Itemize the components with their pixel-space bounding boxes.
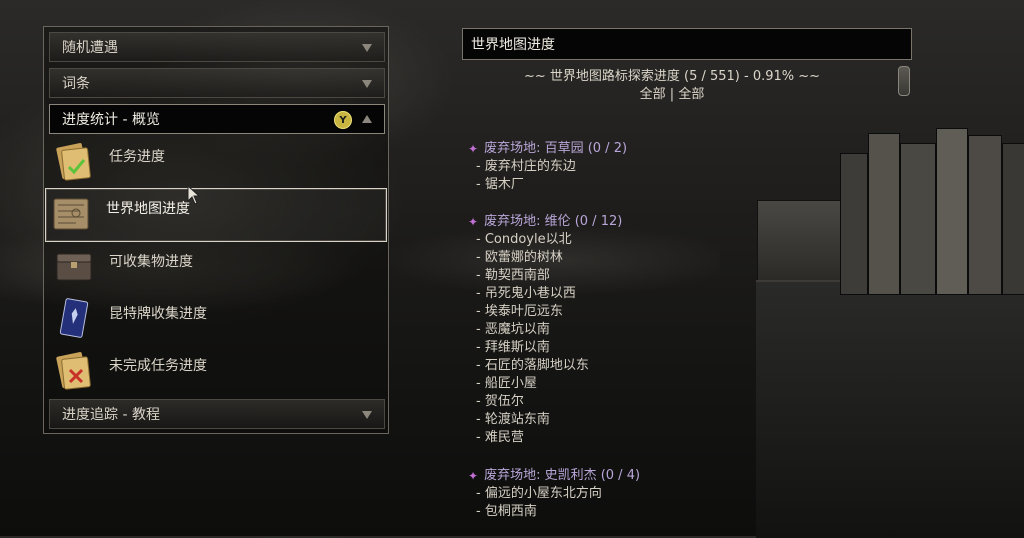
detail-title: 世界地图进度 bbox=[462, 28, 912, 60]
y-button-icon: Y bbox=[334, 111, 352, 129]
region-marker-icon: ✦ bbox=[468, 215, 479, 229]
submenu-label: 昆特牌收集进度 bbox=[109, 306, 207, 322]
chevron-down-icon bbox=[362, 44, 372, 52]
accordion-progress-tracking[interactable]: 进度追踪 - 教程 bbox=[49, 399, 385, 429]
region-marker-icon: ✦ bbox=[468, 142, 479, 156]
region-block: ✦ 废弃场地: 维伦 (0 / 12) - Condoyle以北 - 欧蕾娜的树… bbox=[468, 213, 622, 447]
submenu-world-map-progress[interactable]: 世界地图进度 bbox=[45, 188, 387, 242]
location-item: - 船匠小屋 bbox=[476, 376, 537, 391]
summary-line: ~~ 世界地图路标探索进度 (5 / 551) - 0.91% ~~ bbox=[523, 69, 821, 84]
chest-icon bbox=[53, 246, 95, 288]
location-item: - Condoyle以北 bbox=[476, 232, 572, 247]
quest-scroll-x-icon bbox=[53, 350, 95, 392]
location-item: - 锯木厂 bbox=[476, 177, 524, 192]
accordion-glossary[interactable]: 词条 bbox=[49, 68, 385, 98]
location-item: - 吊死鬼小巷以西 bbox=[476, 286, 576, 301]
location-item: - 偏远的小屋东北方向 bbox=[476, 486, 602, 501]
submenu-collectibles-progress[interactable]: 可收集物进度 bbox=[49, 242, 385, 294]
location-item: - 废弃村庄的东边 bbox=[476, 159, 576, 174]
location-item: - 拜维斯以南 bbox=[476, 340, 550, 355]
location-item: - 石匠的落脚地以东 bbox=[476, 358, 589, 373]
filter-line[interactable]: 全部 | 全部 bbox=[462, 86, 882, 104]
region-marker-icon: ✦ bbox=[468, 469, 479, 483]
region-name: 废弃场地: 史凯利杰 (0 / 4) bbox=[484, 468, 641, 483]
location-item: - 勒契西南部 bbox=[476, 268, 550, 283]
region-title: ✦ 废弃场地: 维伦 (0 / 12) bbox=[468, 213, 622, 231]
region-title: ✦ 废弃场地: 史凯利杰 (0 / 4) bbox=[468, 467, 640, 485]
region-block: ✦ 废弃场地: 百草园 (0 / 2) - 废弃村庄的东边 - 锯木厂 bbox=[468, 140, 627, 194]
mouse-cursor-icon bbox=[187, 185, 201, 205]
progress-menu-panel: 随机遭遇 词条 进度统计 - 概览 Y 任务进度 世界地图进度 可收集物进度 昆… bbox=[43, 26, 389, 434]
quest-scroll-check-icon bbox=[53, 141, 95, 183]
submenu-incomplete-quests-progress[interactable]: 未完成任务进度 bbox=[49, 346, 385, 398]
accordion-label: 进度追踪 - 教程 bbox=[62, 407, 160, 423]
location-item: - 包桐西南 bbox=[476, 504, 537, 519]
location-item: - 恶魔坑以南 bbox=[476, 322, 550, 337]
submenu-label: 任务进度 bbox=[109, 149, 165, 165]
location-item: - 欧蕾娜的树林 bbox=[476, 250, 563, 265]
map-scroll-icon bbox=[50, 193, 92, 235]
region-name: 废弃场地: 百草园 (0 / 2) bbox=[484, 141, 628, 156]
accordion-progress-stats[interactable]: 进度统计 - 概览 Y bbox=[49, 104, 385, 134]
submenu-label: 可收集物进度 bbox=[109, 254, 193, 270]
submenu-label: 世界地图进度 bbox=[106, 201, 190, 217]
submenu-gwent-progress[interactable]: 昆特牌收集进度 bbox=[49, 294, 385, 346]
accordion-label: 进度统计 - 概览 bbox=[62, 112, 160, 128]
chevron-up-icon bbox=[362, 115, 372, 123]
progress-summary: ~~ 世界地图路标探索进度 (5 / 551) - 0.91% ~~ 全部 | … bbox=[462, 68, 882, 104]
accordion-random-encounters[interactable]: 随机遭遇 bbox=[49, 32, 385, 62]
detail-title-text: 世界地图进度 bbox=[471, 37, 555, 53]
accordion-label: 随机遭遇 bbox=[62, 40, 118, 56]
background-books bbox=[840, 125, 1024, 295]
region-title: ✦ 废弃场地: 百草园 (0 / 2) bbox=[468, 140, 627, 158]
background-table bbox=[756, 280, 1024, 538]
submenu-label: 未完成任务进度 bbox=[109, 358, 207, 374]
chevron-down-icon bbox=[362, 411, 372, 419]
location-item: - 贺伍尔 bbox=[476, 394, 524, 409]
chevron-down-icon bbox=[362, 80, 372, 88]
region-block: ✦ 废弃场地: 史凯利杰 (0 / 4) - 偏远的小屋东北方向 - 包桐西南 bbox=[468, 467, 640, 521]
scrollbar-thumb[interactable] bbox=[898, 66, 910, 96]
location-item: - 难民营 bbox=[476, 430, 524, 445]
location-item: - 轮渡站东南 bbox=[476, 412, 550, 427]
submenu-quest-progress[interactable]: 任务进度 bbox=[49, 137, 385, 189]
accordion-label: 词条 bbox=[62, 76, 90, 92]
location-item: - 埃泰叶厄远东 bbox=[476, 304, 563, 319]
gwent-card-icon bbox=[53, 298, 95, 340]
region-name: 废弃场地: 维伦 (0 / 12) bbox=[484, 214, 623, 229]
